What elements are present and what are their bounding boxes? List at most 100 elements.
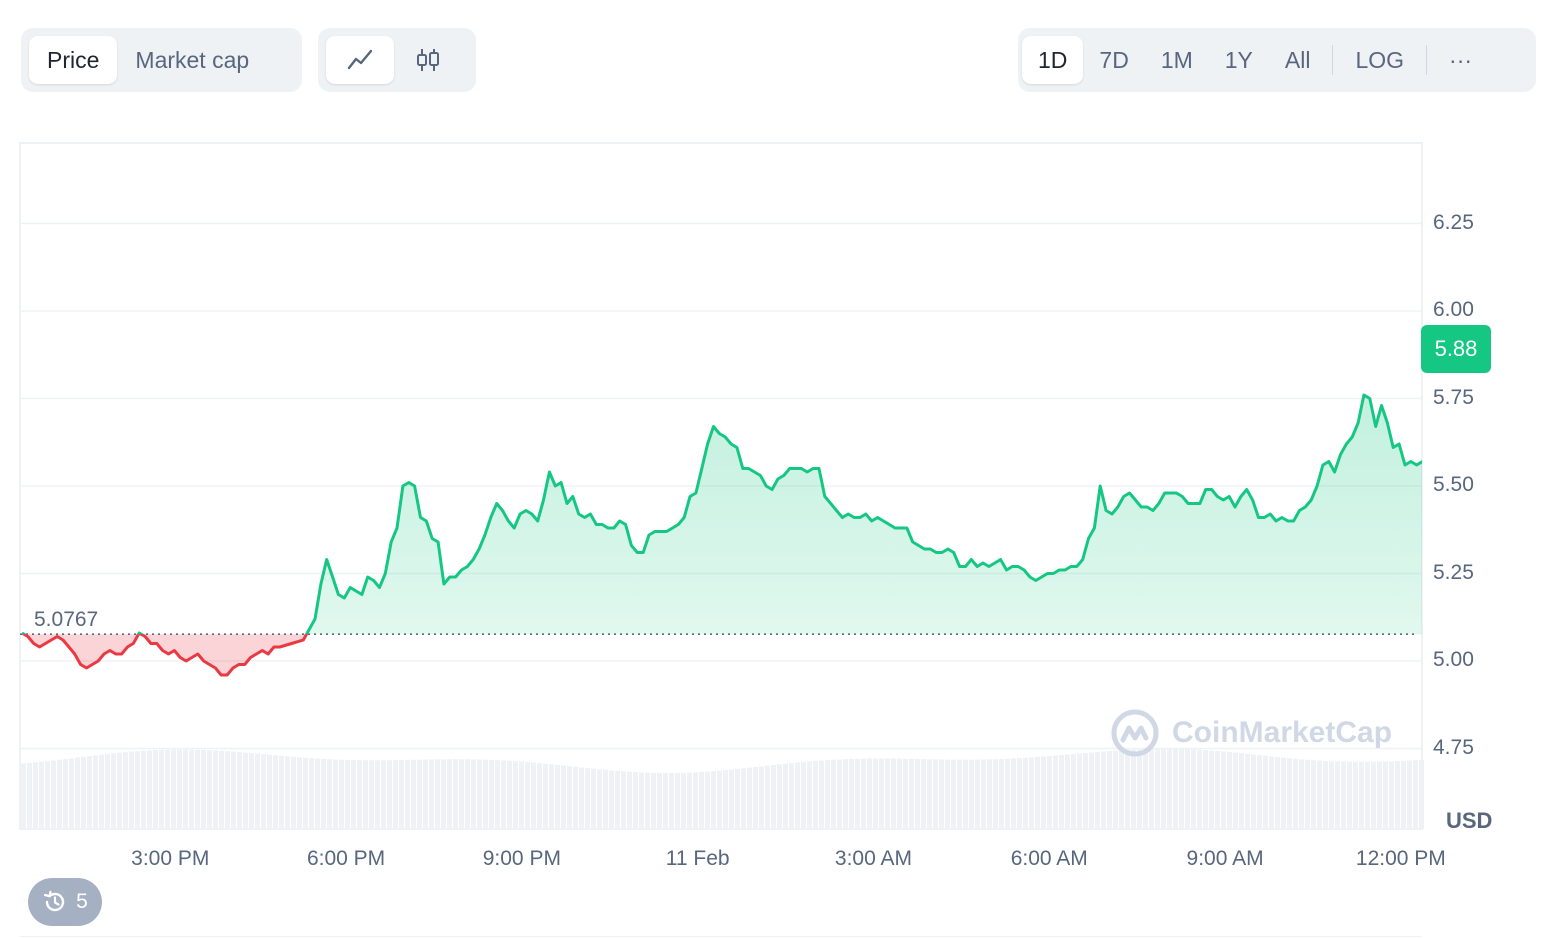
y-tick-label: 6.25 <box>1433 210 1474 234</box>
volume-bar <box>975 759 980 829</box>
volume-bar <box>171 749 176 829</box>
volume-bar <box>1137 748 1142 829</box>
volume-bar <box>459 759 464 829</box>
volume-bar <box>1185 748 1190 829</box>
volume-bar <box>285 756 290 829</box>
volume-bar <box>369 760 374 829</box>
coinmarketcap-logo-icon <box>1111 709 1159 757</box>
volume-bar <box>93 755 98 829</box>
volume-bar <box>681 772 686 829</box>
volume-bar <box>81 756 86 829</box>
volume-bar <box>1305 759 1310 829</box>
volume-bar <box>129 751 134 829</box>
volume-bar <box>861 758 866 829</box>
volume-bar <box>1299 759 1304 829</box>
volume-bar <box>1125 749 1130 829</box>
volume-bar <box>1239 753 1244 829</box>
volume-bar <box>51 760 56 829</box>
volume-bar <box>987 759 992 829</box>
volume-bar <box>417 759 422 829</box>
volume-bar <box>825 760 830 829</box>
volume-bar <box>855 758 860 829</box>
volume-bar <box>435 759 440 829</box>
volume-bar <box>867 758 872 829</box>
y-tick-label: 5.50 <box>1433 473 1474 496</box>
volume-bar <box>1257 755 1262 829</box>
volume-bar <box>1275 757 1280 829</box>
volume-bar <box>1263 755 1268 829</box>
volume-bar <box>1233 752 1238 829</box>
volume-bar <box>1311 760 1316 829</box>
volume-bar <box>1209 750 1214 829</box>
volume-bar <box>399 759 404 829</box>
volume-bar <box>897 758 902 829</box>
volume-bar <box>345 759 350 829</box>
volume-bar <box>1203 749 1208 829</box>
volume-bar <box>1059 755 1064 829</box>
volume-bar <box>1083 753 1088 829</box>
coinmarketcap-watermark: CoinMarketCap <box>1110 708 1392 758</box>
volume-bar <box>969 759 974 829</box>
volume-bar <box>1365 761 1370 829</box>
watermark-text: CoinMarketCap <box>1172 716 1393 749</box>
volume-bar <box>471 759 476 829</box>
volume-bar <box>1131 749 1136 829</box>
y-tick-label: 5.25 <box>1433 560 1474 584</box>
volume-bar <box>1329 761 1334 829</box>
volume-bar <box>183 749 188 829</box>
volume-bar <box>1143 748 1148 829</box>
x-tick-label: 6:00 PM <box>306 847 386 870</box>
volume-bar <box>1407 760 1412 829</box>
history-button[interactable]: 5 <box>28 878 102 926</box>
x-tick-label: 6:00 AM <box>1010 847 1088 870</box>
volume-bar <box>819 760 824 829</box>
volume-bar <box>207 750 212 829</box>
volume-bar <box>1011 758 1016 829</box>
volume-bar <box>315 758 320 829</box>
volume-bar <box>843 759 848 829</box>
y-tick-label: 5.00 <box>1433 648 1474 671</box>
volume-bar <box>933 759 938 829</box>
volume-bar <box>939 759 944 829</box>
volume-bar <box>327 759 332 829</box>
volume-bar <box>951 759 956 829</box>
volume-bar <box>645 772 650 829</box>
volume-bar <box>231 751 236 829</box>
volume-bar <box>1251 754 1256 829</box>
volume-bar <box>1095 751 1100 829</box>
volume-bar <box>291 756 296 829</box>
volume-bar <box>639 772 644 829</box>
volume-bar <box>1413 760 1418 829</box>
volume-bar <box>261 754 266 829</box>
volume-bar <box>957 759 962 829</box>
price-chart[interactable] <box>0 0 1552 938</box>
volume-bar <box>63 759 68 829</box>
volume-bar <box>699 771 704 829</box>
volume-bar <box>1227 752 1232 829</box>
volume-bar <box>381 760 386 829</box>
y-tick-label: 4.75 <box>1433 735 1474 759</box>
volume-bar <box>633 772 638 829</box>
open-price-label: 5.0767 <box>34 608 99 632</box>
volume-bar <box>915 758 920 829</box>
volume-bar <box>603 769 608 829</box>
volume-bar <box>375 760 380 829</box>
volume-bar <box>591 768 596 829</box>
volume-bar <box>1077 753 1082 829</box>
volume-bar <box>561 765 566 829</box>
volume-bar <box>1221 751 1226 829</box>
x-tick-label: 11 Feb <box>665 847 730 870</box>
current-price-badge: 5.88 <box>1421 325 1491 373</box>
volume-bar <box>45 761 50 829</box>
volume-bar <box>531 762 536 829</box>
volume-bar <box>219 750 224 829</box>
volume-bar <box>1167 748 1172 829</box>
volume-bar <box>657 772 662 829</box>
volume-bar <box>1377 761 1382 829</box>
volume-bar <box>1215 750 1220 829</box>
volume-bar <box>1041 756 1046 829</box>
volume-bar <box>321 758 326 829</box>
volume-bar <box>807 761 812 829</box>
volume-bar <box>1053 755 1058 829</box>
volume-bar <box>453 759 458 829</box>
